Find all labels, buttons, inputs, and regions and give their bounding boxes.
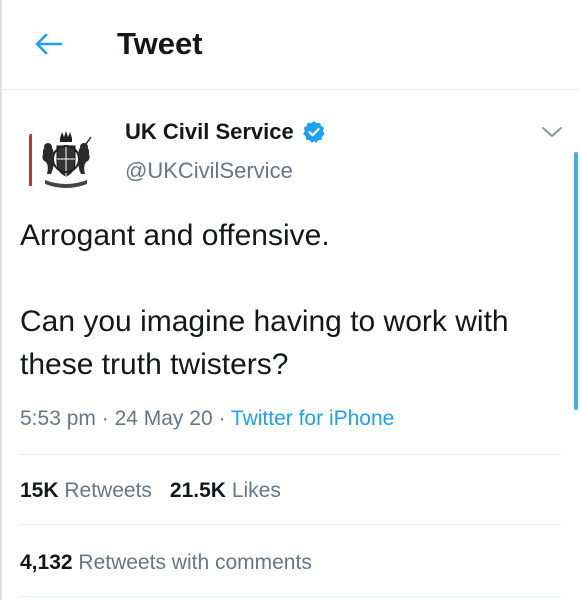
tweet-menu-button[interactable] <box>538 120 566 144</box>
tweet-text: Arrogant and offensive. Can you imagine … <box>20 219 509 381</box>
likes-count: 21.5K <box>169 479 226 502</box>
comments-label: Retweets with comments <box>78 551 312 574</box>
tweet-meta: 5:53 pm · 24 May 20 · Twitter for iPhone <box>20 404 394 434</box>
header-divider <box>0 89 581 90</box>
top-bar: Tweet <box>0 0 581 90</box>
author-name[interactable]: UK Civil Service <box>125 119 294 145</box>
meta-separator: · <box>212 407 231 430</box>
author-name-row[interactable]: UK Civil Service <box>125 117 326 147</box>
divider <box>20 454 561 455</box>
divider <box>20 596 561 597</box>
arrow-left-icon <box>35 33 63 55</box>
tweet-source-link[interactable]: Twitter for iPhone <box>231 407 394 430</box>
back-button[interactable] <box>28 24 68 64</box>
chevron-down-icon <box>542 127 562 137</box>
comments-count: 4,132 <box>20 551 73 574</box>
engagement-stats: 15K Retweets 21.5K Likes <box>20 476 281 506</box>
divider <box>20 524 561 525</box>
page-title: Tweet <box>117 26 203 61</box>
tweet-time: 5:53 pm <box>20 407 96 430</box>
retweets-label: Retweets <box>64 479 152 502</box>
crest-red-bar <box>29 134 32 186</box>
royal-coat-of-arms-icon <box>42 131 92 188</box>
left-edge-border <box>0 0 2 600</box>
tweet-date: 24 May 20 <box>114 407 213 430</box>
verified-badge-icon <box>302 120 326 144</box>
scrollbar[interactable] <box>574 152 578 410</box>
avatar[interactable] <box>20 120 102 202</box>
likes-label: Likes <box>231 479 281 502</box>
author-handle[interactable]: @UKCivilService <box>125 158 293 184</box>
meta-separator: · <box>95 407 115 430</box>
retweets-with-comments-stat[interactable]: 4,132 Retweets with comments <box>20 548 312 578</box>
retweets-count: 15K <box>20 479 59 502</box>
retweets-stat[interactable]: 15K Retweets <box>20 476 152 506</box>
likes-stat[interactable]: 21.5K Likes <box>170 476 281 506</box>
